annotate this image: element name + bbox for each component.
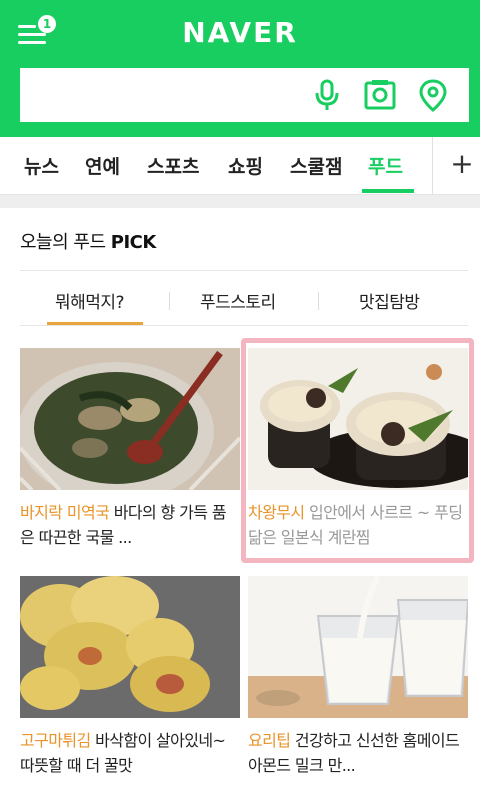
subtab-what-to-cook[interactable]: 뭐해먹지? [55, 288, 125, 313]
search-box[interactable] [20, 68, 469, 122]
active-tab-indicator [362, 189, 414, 193]
location-icon[interactable] [416, 78, 450, 112]
card-title: 오늘의 푸드 PICK [20, 228, 156, 254]
divider [20, 325, 468, 326]
subtab-divider [318, 292, 319, 310]
card-title-prefix: 오늘의 푸드 [20, 232, 111, 253]
tab-food[interactable]: 푸드 [368, 152, 403, 179]
recipe-caption: 요리팁 건강하고 신선한 홈메이드 아몬드 밀크 만... [248, 728, 468, 778]
add-tab-button[interactable]: + [448, 147, 476, 181]
subtab-food-story[interactable]: 푸드스토리 [200, 288, 276, 313]
tab-divider [432, 137, 433, 195]
tab-shopping[interactable]: 쇼핑 [228, 152, 263, 179]
recipe-caption: 고구마튀김 바삭함이 살아있네~ 따뜻할 때 더 꿀맛 [20, 728, 240, 778]
category-tabs: 뉴스 연예 스포츠 쇼핑 스쿨잼 푸드 + [0, 137, 480, 195]
clam-soup-image [20, 348, 240, 490]
divider [20, 270, 468, 271]
recipe-keyword: 고구마튀김 [20, 731, 91, 750]
mic-icon[interactable] [310, 78, 344, 112]
recipe-keyword: 바지락 미역국 [20, 503, 110, 522]
recipe-caption: 바지락 미역국 바다의 향 가득 품은 따끈한 국물 ... [20, 500, 240, 550]
plus-icon: + [450, 147, 474, 180]
card-title-pick: PICK [110, 232, 157, 253]
recipe-keyword: 요리팁 [248, 731, 291, 750]
almond-milk-image [248, 576, 468, 718]
annotation-highlight [241, 338, 474, 563]
subtab-restaurant-tour[interactable]: 맛집탐방 [359, 288, 420, 313]
tab-sports[interactable]: 스포츠 [147, 152, 199, 179]
tab-news[interactable]: 뉴스 [24, 152, 59, 179]
tab-entertainment[interactable]: 연예 [85, 152, 120, 179]
tab-schooljam[interactable]: 스쿨잼 [290, 152, 342, 179]
app-header: 1 NAVER [0, 0, 480, 137]
search-input[interactable] [30, 76, 310, 114]
camera-search-icon[interactable] [363, 78, 397, 112]
naver-logo[interactable]: NAVER [0, 16, 480, 49]
sweet-potato-tempura-image [20, 576, 240, 718]
subtab-divider [169, 292, 170, 310]
